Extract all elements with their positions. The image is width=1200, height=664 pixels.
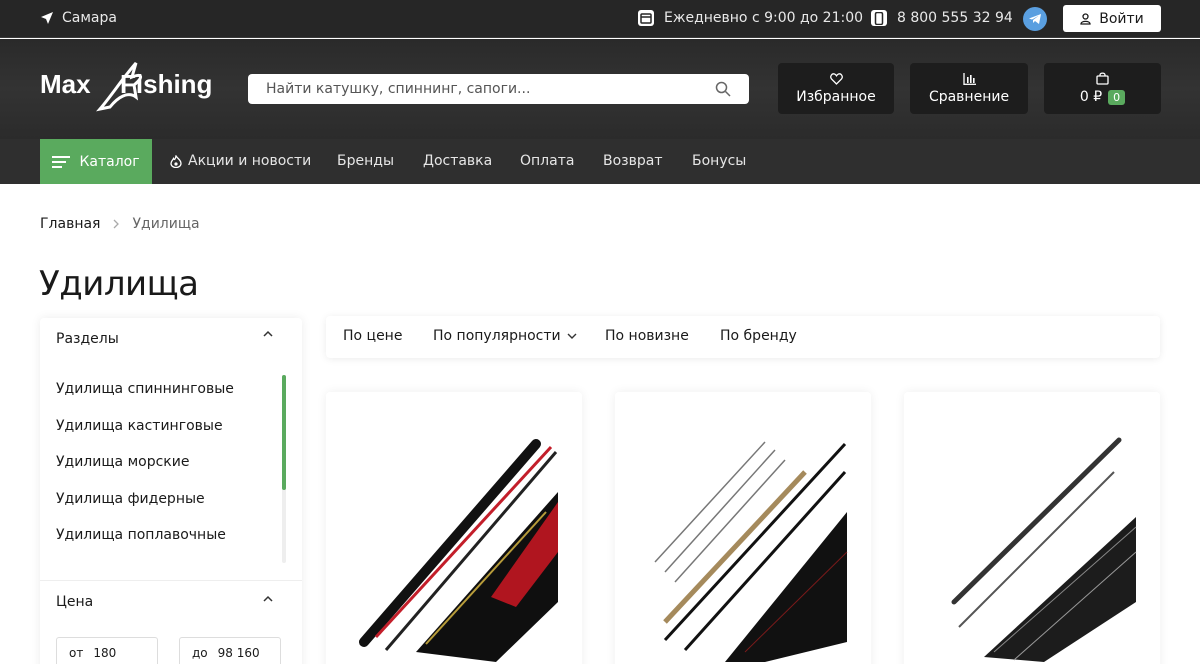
price-to-label: до bbox=[192, 646, 208, 660]
menu-icon bbox=[52, 155, 71, 168]
sort-bar: По цене По популярности По новизне По бр… bbox=[326, 316, 1160, 358]
nav-item-bonuses[interactable]: Бонусы bbox=[692, 153, 746, 169]
sort-label: По популярности bbox=[433, 328, 561, 344]
favorites-button[interactable]: Избранное bbox=[778, 63, 894, 114]
nav-item-returns[interactable]: Возврат bbox=[603, 153, 663, 169]
nav-label-bonuses: Бонусы bbox=[692, 153, 747, 169]
price-from-label: от bbox=[69, 646, 84, 660]
login-button[interactable]: Войти bbox=[1063, 5, 1161, 32]
product-image-spinning-rod-grey[interactable] bbox=[924, 432, 1144, 662]
sort-by-price[interactable]: По цене bbox=[343, 328, 402, 344]
telegram-icon[interactable] bbox=[1023, 7, 1047, 31]
nav-label-brands: Бренды bbox=[337, 153, 394, 169]
nav-label-promotions: Акции и новости bbox=[188, 153, 312, 169]
compare-button[interactable]: Сравнение bbox=[910, 63, 1028, 114]
phone-number: 8 800 555 32 94 bbox=[897, 10, 1013, 26]
chevron-up-icon[interactable] bbox=[262, 330, 274, 338]
hours-text: Ежедневно с 9:00 до 21:00 bbox=[664, 10, 864, 26]
price-to-field[interactable]: до 98 160 bbox=[179, 637, 281, 664]
section-link[interactable]: Удилища спиннинговые bbox=[56, 381, 234, 418]
heart-icon bbox=[829, 72, 843, 85]
sort-label: По цене bbox=[343, 328, 403, 344]
price-from-field[interactable]: от 180 bbox=[56, 637, 158, 664]
chevron-up-icon[interactable] bbox=[262, 595, 274, 603]
product-card[interactable] bbox=[326, 392, 582, 664]
working-hours: Ежедневно с 9:00 до 21:00 bbox=[638, 10, 863, 26]
calendar-icon bbox=[638, 10, 654, 26]
location-arrow-icon bbox=[41, 12, 53, 24]
product-card[interactable] bbox=[904, 392, 1160, 664]
breadcrumb: Главная Удилища bbox=[40, 216, 200, 232]
cart-summary: 0 ₽ 0 bbox=[1079, 89, 1126, 105]
price-from-value: 180 bbox=[93, 646, 117, 660]
logo-text-fishing: Fishing bbox=[120, 69, 212, 99]
phone-link[interactable]: 8 800 555 32 94 bbox=[871, 10, 1013, 26]
breadcrumb-current: Удилища bbox=[132, 216, 200, 232]
user-icon bbox=[1080, 12, 1091, 25]
sort-by-popularity[interactable]: По популярности bbox=[433, 328, 577, 344]
product-image-spinning-rod[interactable] bbox=[346, 432, 566, 662]
search-icon[interactable] bbox=[715, 81, 731, 97]
nav-item-brands[interactable]: Бренды bbox=[337, 153, 394, 169]
cart-count-badge: 0 bbox=[1108, 89, 1126, 105]
header: Max Fishing Найти катушку, спиннинг, сап… bbox=[0, 39, 1200, 139]
sections-scrollbar-thumb[interactable] bbox=[282, 375, 286, 490]
bar-chart-icon bbox=[962, 72, 976, 85]
page-title: Удилища bbox=[39, 264, 199, 304]
chevron-down-icon bbox=[567, 333, 577, 339]
section-link[interactable]: Удилища поплавочные bbox=[56, 527, 234, 564]
sort-by-brand[interactable]: По бренду bbox=[720, 328, 797, 344]
login-label: Войти bbox=[1099, 10, 1144, 27]
product-card[interactable] bbox=[615, 392, 871, 664]
favorites-label: Избранное bbox=[796, 88, 876, 105]
divider bbox=[40, 580, 302, 581]
catalog-button[interactable]: Каталог bbox=[40, 139, 152, 184]
nav-label-delivery: Доставка bbox=[423, 153, 493, 169]
nav-label-payment: Оплата bbox=[520, 153, 575, 169]
chevron-right-icon bbox=[114, 219, 120, 229]
section-link[interactable]: Удилища кастинговые bbox=[56, 418, 234, 455]
sort-label: По бренду bbox=[720, 328, 797, 344]
top-bar: Самара Ежедневно с 9:00 до 21:00 8 800 5… bbox=[0, 0, 1200, 38]
cart-button[interactable]: 0 ₽ 0 bbox=[1044, 63, 1161, 114]
filter-sidebar: Разделы Удилища спиннинговые Удилища кас… bbox=[40, 318, 302, 664]
price-to-value: 98 160 bbox=[217, 646, 260, 660]
sort-label: По новизне bbox=[605, 328, 689, 344]
shopping-bag-icon bbox=[1096, 72, 1109, 85]
logo-text-max: Max bbox=[40, 69, 91, 99]
main-nav: Каталог Акции и новости Бренды Доставка … bbox=[0, 139, 1200, 184]
cart-total: 0 ₽ bbox=[1079, 89, 1103, 105]
search-input[interactable]: Найти катушку, спиннинг, сапоги... bbox=[248, 74, 749, 104]
section-link[interactable]: Удилища морские bbox=[56, 454, 234, 491]
city-selector[interactable]: Самара bbox=[40, 10, 117, 26]
section-link[interactable]: Удилища фидерные bbox=[56, 491, 234, 528]
catalog-label: Каталог bbox=[79, 153, 140, 170]
product-image-feeder-rod[interactable] bbox=[635, 432, 855, 662]
maxfishing-logo[interactable]: Max Fishing bbox=[40, 57, 220, 117]
search-placeholder: Найти катушку, спиннинг, сапоги... bbox=[266, 81, 531, 97]
fire-icon bbox=[170, 154, 182, 168]
breadcrumb-home[interactable]: Главная bbox=[40, 216, 100, 232]
sections-list: Удилища спиннинговые Удилища кастинговые… bbox=[56, 381, 234, 564]
sections-heading[interactable]: Разделы bbox=[56, 331, 119, 347]
sort-by-newness[interactable]: По новизне bbox=[605, 328, 689, 344]
nav-item-delivery[interactable]: Доставка bbox=[423, 153, 492, 169]
city-label: Самара bbox=[62, 10, 117, 26]
nav-item-promotions[interactable]: Акции и новости bbox=[170, 153, 311, 169]
nav-label-returns: Возврат bbox=[603, 153, 663, 169]
phone-icon bbox=[871, 10, 887, 26]
compare-label: Сравнение bbox=[928, 88, 1010, 105]
price-heading[interactable]: Цена bbox=[56, 594, 93, 610]
nav-item-payment[interactable]: Оплата bbox=[520, 153, 574, 169]
